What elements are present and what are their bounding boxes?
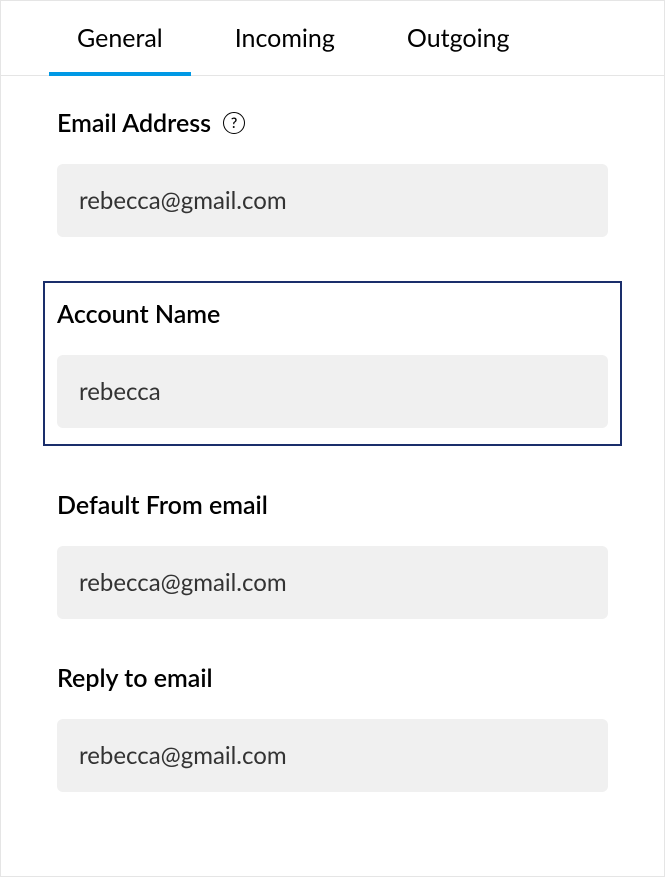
help-icon[interactable]: ?: [223, 112, 245, 134]
tab-general-label: General: [77, 23, 163, 53]
tab-general[interactable]: General: [41, 1, 199, 75]
default-from-label-text: Default From email: [57, 490, 268, 520]
tab-outgoing[interactable]: Outgoing: [371, 1, 546, 75]
reply-to-label: Reply to email: [57, 663, 608, 693]
settings-panel: General Incoming Outgoing Email Address …: [0, 0, 665, 877]
default-from-label: Default From email: [57, 490, 608, 520]
account-name-label-text: Account Name: [57, 299, 220, 329]
tab-outgoing-label: Outgoing: [407, 23, 510, 53]
account-name-input[interactable]: [57, 355, 608, 428]
email-address-label: Email Address ?: [57, 108, 608, 138]
tab-bar: General Incoming Outgoing: [1, 1, 664, 76]
reply-to-label-text: Reply to email: [57, 663, 213, 693]
email-address-label-text: Email Address: [57, 108, 211, 138]
account-name-label: Account Name: [57, 299, 608, 329]
default-from-input[interactable]: [57, 546, 608, 619]
email-address-input[interactable]: [57, 164, 608, 237]
reply-to-group: Reply to email: [57, 663, 608, 792]
reply-to-input[interactable]: [57, 719, 608, 792]
tab-incoming[interactable]: Incoming: [199, 1, 371, 75]
account-name-group: Account Name: [43, 281, 622, 446]
email-address-group: Email Address ?: [57, 108, 608, 237]
default-from-group: Default From email: [57, 490, 608, 619]
general-form: Email Address ? Account Name Default Fro…: [1, 76, 664, 876]
tab-incoming-label: Incoming: [235, 23, 335, 53]
